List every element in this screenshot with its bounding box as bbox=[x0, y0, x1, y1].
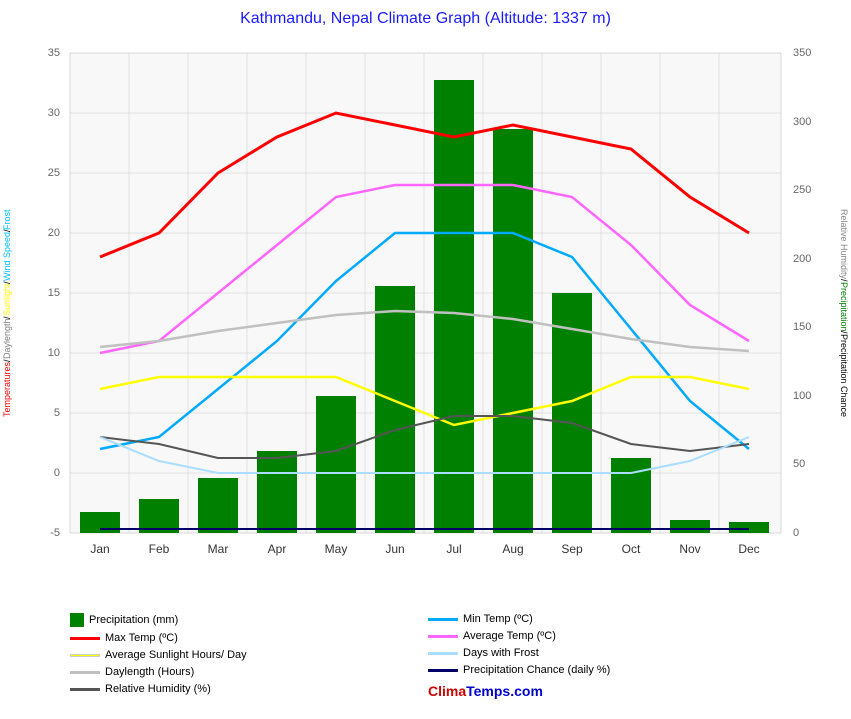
svg-text:Mar: Mar bbox=[208, 542, 229, 556]
svg-text:350: 350 bbox=[793, 47, 811, 59]
svg-text:50: 50 bbox=[793, 458, 805, 470]
svg-text:Jul: Jul bbox=[446, 542, 461, 556]
svg-text:0: 0 bbox=[54, 467, 60, 479]
svg-text:35: 35 bbox=[48, 47, 60, 59]
legend-humidity: Relative Humidity (%) bbox=[70, 683, 413, 695]
legend-daylength: Daylength (Hours) bbox=[70, 666, 413, 678]
svg-text:Jun: Jun bbox=[385, 542, 404, 556]
legend-precip-chance: Precipitation Chance (daily %) bbox=[428, 664, 771, 676]
legend: Precipitation (mm) Max Temp (ºC) Average… bbox=[70, 613, 786, 699]
legend-sunlight: Average Sunlight Hours/ Day bbox=[70, 649, 413, 661]
legend-max-temp: Max Temp (ºC) bbox=[70, 632, 413, 644]
svg-text:250: 250 bbox=[793, 184, 811, 196]
svg-text:0: 0 bbox=[793, 527, 799, 539]
svg-text:Sep: Sep bbox=[561, 542, 583, 556]
svg-text:Jan: Jan bbox=[90, 542, 109, 556]
brand-clima: Clima bbox=[428, 683, 466, 699]
left-axis-label: Temperatures/ Daylength/ Sunlight/ Wind … bbox=[2, 83, 13, 543]
svg-text:5: 5 bbox=[54, 407, 60, 419]
brand-temps: Temps.com bbox=[466, 683, 543, 699]
svg-text:10: 10 bbox=[48, 347, 60, 359]
svg-text:May: May bbox=[325, 542, 348, 556]
svg-text:100: 100 bbox=[793, 390, 811, 402]
legend-min-temp: Min Temp (ºC) bbox=[428, 613, 771, 625]
chart-title: Kathmandu, Nepal Climate Graph (Altitude… bbox=[0, 0, 851, 33]
legend-precipitation: Precipitation (mm) bbox=[70, 613, 413, 627]
climate-chart: -5 0 5 10 15 20 25 30 35 0 50 100 150 20… bbox=[0, 33, 851, 613]
svg-text:25: 25 bbox=[48, 167, 60, 179]
svg-text:20: 20 bbox=[48, 227, 60, 239]
chart-container: Kathmandu, Nepal Climate Graph (Altitude… bbox=[0, 0, 851, 719]
svg-text:150: 150 bbox=[793, 321, 811, 333]
svg-text:-5: -5 bbox=[50, 527, 60, 539]
legend-avg-temp: Average Temp (ºC) bbox=[428, 630, 771, 642]
legend-frost: Days with Frost bbox=[428, 647, 771, 659]
svg-text:Aug: Aug bbox=[502, 542, 523, 556]
svg-text:Oct: Oct bbox=[622, 542, 641, 556]
svg-text:300: 300 bbox=[793, 116, 811, 128]
svg-text:15: 15 bbox=[48, 287, 60, 299]
svg-text:30: 30 bbox=[48, 107, 60, 119]
svg-text:200: 200 bbox=[793, 253, 811, 265]
svg-text:Feb: Feb bbox=[149, 542, 170, 556]
svg-text:Dec: Dec bbox=[738, 542, 759, 556]
svg-text:Apr: Apr bbox=[268, 542, 287, 556]
right-axis-label: Relative Humidity/ Precipitation/ Precip… bbox=[838, 83, 849, 543]
svg-text:Nov: Nov bbox=[679, 542, 700, 556]
